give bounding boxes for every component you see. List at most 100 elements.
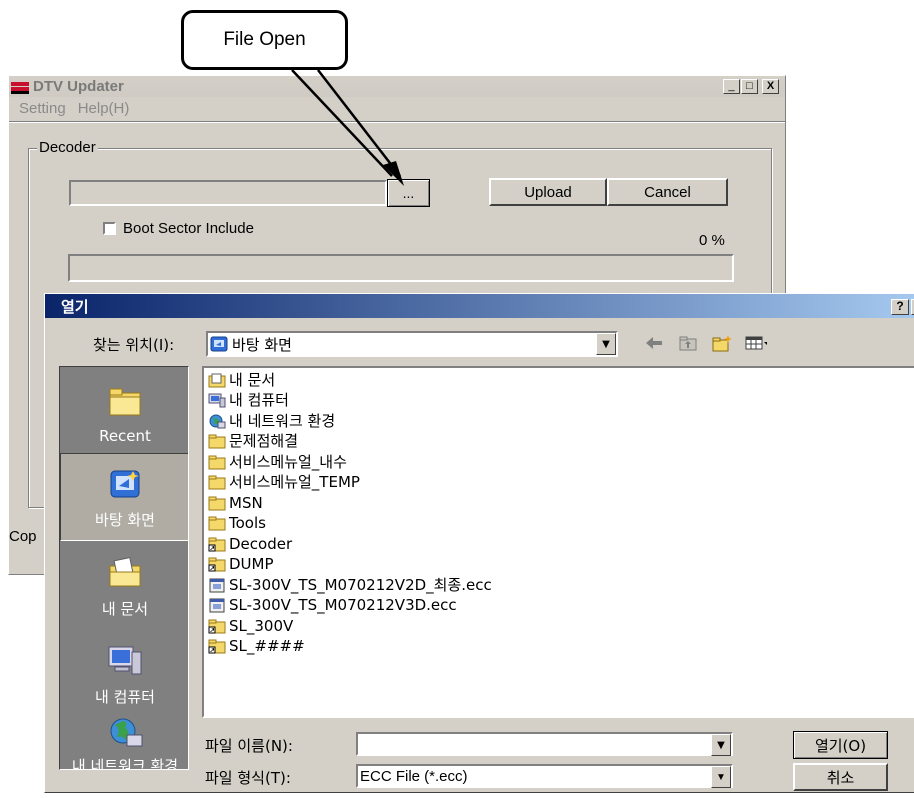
new-folder-icon[interactable] bbox=[711, 333, 733, 353]
lookin-label: 찾는 위치(I): bbox=[93, 336, 175, 354]
place-label: Recent bbox=[99, 427, 151, 445]
dialog-help-button[interactable]: ? bbox=[891, 299, 909, 315]
file-name: SL_300V bbox=[229, 616, 294, 635]
minimize-button[interactable]: _ bbox=[723, 79, 740, 94]
lookin-dropdown-arrow[interactable]: ▼ bbox=[596, 333, 616, 355]
folder-icon bbox=[208, 496, 226, 511]
updater-title: DTV Updater bbox=[33, 78, 124, 95]
desktop-icon bbox=[105, 467, 145, 501]
boot-sector-checkbox[interactable] bbox=[103, 222, 116, 235]
file-name: 서비스메뉴얼_TEMP bbox=[229, 473, 360, 492]
decoder-group-label: Decoder bbox=[37, 139, 98, 156]
file-list-item[interactable]: 내 문서 bbox=[208, 370, 914, 391]
updater-menubar: Setting Help(H) bbox=[9, 97, 785, 119]
browse-button[interactable]: ... bbox=[387, 179, 430, 207]
network-icon bbox=[105, 717, 145, 751]
file-name: DUMP bbox=[229, 555, 274, 574]
my-computer-icon bbox=[105, 644, 145, 678]
place-my-computer[interactable]: 내 컴퓨터 bbox=[60, 629, 188, 717]
file-list-item[interactable]: SL-300V_TS_M070212V3D.ecc bbox=[208, 596, 914, 617]
view-menu-icon[interactable] bbox=[745, 333, 767, 353]
file-list-item[interactable]: SL_300V bbox=[208, 616, 914, 637]
recent-folder-icon bbox=[105, 385, 145, 419]
folder-icon bbox=[208, 516, 226, 531]
boot-sector-label: Boot Sector Include bbox=[123, 220, 254, 237]
place-my-documents[interactable]: 내 문서 bbox=[60, 541, 188, 629]
file-list-item[interactable]: DUMP bbox=[208, 555, 914, 576]
callout-text: File Open bbox=[223, 29, 306, 50]
file-name: 내 문서 bbox=[229, 370, 276, 389]
filetype-select[interactable]: ECC File (*.ecc) ▼ bbox=[356, 764, 733, 788]
folder-shortcut-icon bbox=[208, 639, 226, 654]
special-folder-icon bbox=[208, 373, 226, 388]
folder-icon bbox=[208, 455, 226, 470]
file-list-item[interactable]: 서비스메뉴얼_TEMP bbox=[208, 473, 914, 494]
filename-input[interactable]: ▼ bbox=[356, 732, 733, 756]
upload-progress-bar bbox=[68, 254, 734, 282]
back-arrow-icon[interactable] bbox=[643, 333, 665, 353]
desktop-small-icon bbox=[210, 336, 228, 352]
my-documents-icon bbox=[105, 556, 145, 590]
folder-icon bbox=[208, 475, 226, 490]
menu-setting[interactable]: Setting bbox=[19, 100, 66, 117]
dialog-toolbar bbox=[643, 333, 767, 353]
file-name: Tools bbox=[229, 514, 266, 533]
places-bar: Recent 바탕 화면 내 문서 내 컴퓨터 내 네트워크 환경 bbox=[59, 366, 189, 770]
place-network[interactable]: 내 네트워크 환경 bbox=[60, 717, 188, 770]
file-name: SL-300V_TS_M070212V3D.ecc bbox=[229, 596, 457, 615]
place-label: 바탕 화면 bbox=[95, 511, 155, 529]
file-list-item[interactable]: Tools bbox=[208, 514, 914, 535]
cancel-upload-button[interactable]: Cancel bbox=[607, 178, 728, 206]
dtv-app-icon bbox=[11, 80, 29, 94]
filetype-dropdown-arrow[interactable]: ▼ bbox=[711, 766, 731, 788]
place-desktop[interactable]: 바탕 화면 bbox=[60, 453, 188, 541]
decoder-path-field[interactable] bbox=[69, 180, 387, 206]
boot-sector-row[interactable]: Boot Sector Include bbox=[103, 220, 254, 237]
dialog-titlebar[interactable]: 열기 bbox=[45, 294, 914, 318]
file-name: MSN bbox=[229, 493, 263, 512]
file-list[interactable]: 내 문서내 컴퓨터 내 네트워크 환경문제점해결 서비스메뉴얼_내수 서비스메뉴얼_T… bbox=[202, 366, 914, 718]
dialog-cancel-button[interactable]: 취소 bbox=[793, 763, 888, 791]
maximize-button[interactable]: □ bbox=[741, 79, 758, 94]
file-name: 문제점해결 bbox=[229, 432, 299, 451]
place-label: 내 네트워크 환경 bbox=[71, 757, 179, 770]
upload-button[interactable]: Upload bbox=[489, 178, 607, 206]
updater-titlebar[interactable]: DTV Updater bbox=[9, 76, 785, 97]
file-list-item[interactable]: SL_#### bbox=[208, 637, 914, 658]
computer-icon bbox=[208, 393, 226, 408]
lookin-value: 바탕 화면 bbox=[232, 335, 292, 354]
filename-label: 파일 이름(N): bbox=[205, 737, 293, 755]
place-label: 내 문서 bbox=[101, 600, 149, 618]
network-icon bbox=[208, 414, 226, 429]
menu-help[interactable]: Help(H) bbox=[78, 100, 130, 117]
open-button[interactable]: 열기(O) bbox=[793, 731, 888, 759]
up-folder-icon[interactable] bbox=[677, 333, 699, 353]
file-name: SL_#### bbox=[229, 637, 305, 656]
folder-shortcut-icon bbox=[208, 537, 226, 552]
close-button[interactable]: X bbox=[762, 79, 779, 94]
place-recent[interactable]: Recent bbox=[60, 367, 188, 455]
filetype-value: ECC File (*.ecc) bbox=[360, 767, 468, 785]
ecc-file-icon bbox=[208, 598, 226, 613]
updater-window-controls: _ □ X bbox=[723, 79, 779, 94]
status-text: Cop bbox=[9, 528, 37, 545]
file-name: 내 네트워크 환경 bbox=[229, 411, 336, 430]
file-list-item[interactable]: 문제점해결 bbox=[208, 432, 914, 453]
file-list-item[interactable]: 내 네트워크 환경 bbox=[208, 411, 914, 432]
file-name: 내 컴퓨터 bbox=[229, 391, 289, 410]
file-list-item[interactable]: 서비스메뉴얼_내수 bbox=[208, 452, 914, 473]
file-list-item[interactable]: 내 컴퓨터 bbox=[208, 391, 914, 412]
file-list-item[interactable]: SL-300V_TS_M070212V2D_최종.ecc bbox=[208, 575, 914, 596]
ecc-file-icon bbox=[208, 578, 226, 593]
menubar-separator bbox=[9, 121, 785, 123]
file-open-callout: File Open bbox=[181, 10, 348, 70]
file-name: SL-300V_TS_M070212V2D_최종.ecc bbox=[229, 575, 492, 594]
folder-shortcut-icon bbox=[208, 619, 226, 634]
file-list-item[interactable]: Decoder bbox=[208, 534, 914, 555]
dialog-title: 열기 bbox=[61, 297, 89, 316]
progress-percent: 0 % bbox=[699, 232, 725, 249]
lookin-combobox[interactable]: 바탕 화면 ▼ bbox=[206, 331, 618, 357]
filename-dropdown-arrow[interactable]: ▼ bbox=[711, 734, 731, 756]
file-list-item[interactable]: MSN bbox=[208, 493, 914, 514]
place-label: 내 컴퓨터 bbox=[95, 688, 155, 706]
